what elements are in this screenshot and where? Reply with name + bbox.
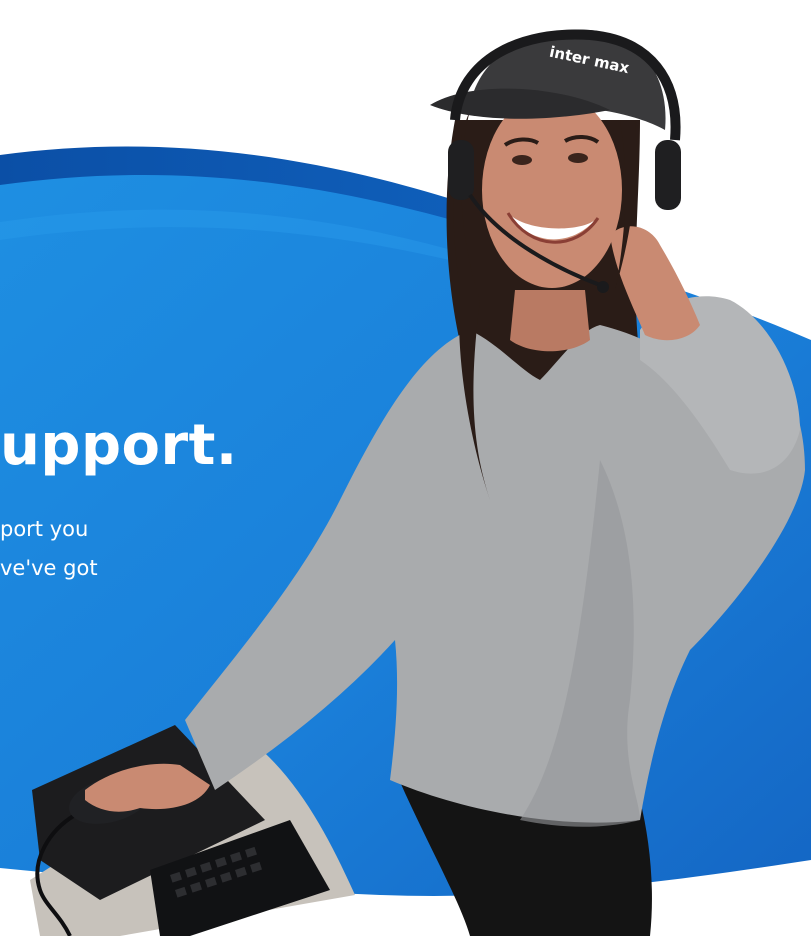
face xyxy=(482,92,622,288)
hero-banner: upport. port you ve've got inter max xyxy=(0,0,811,936)
neck xyxy=(510,290,590,352)
left-eye xyxy=(512,155,532,165)
right-eye xyxy=(568,153,588,163)
support-agent-photo: inter max xyxy=(30,29,805,936)
